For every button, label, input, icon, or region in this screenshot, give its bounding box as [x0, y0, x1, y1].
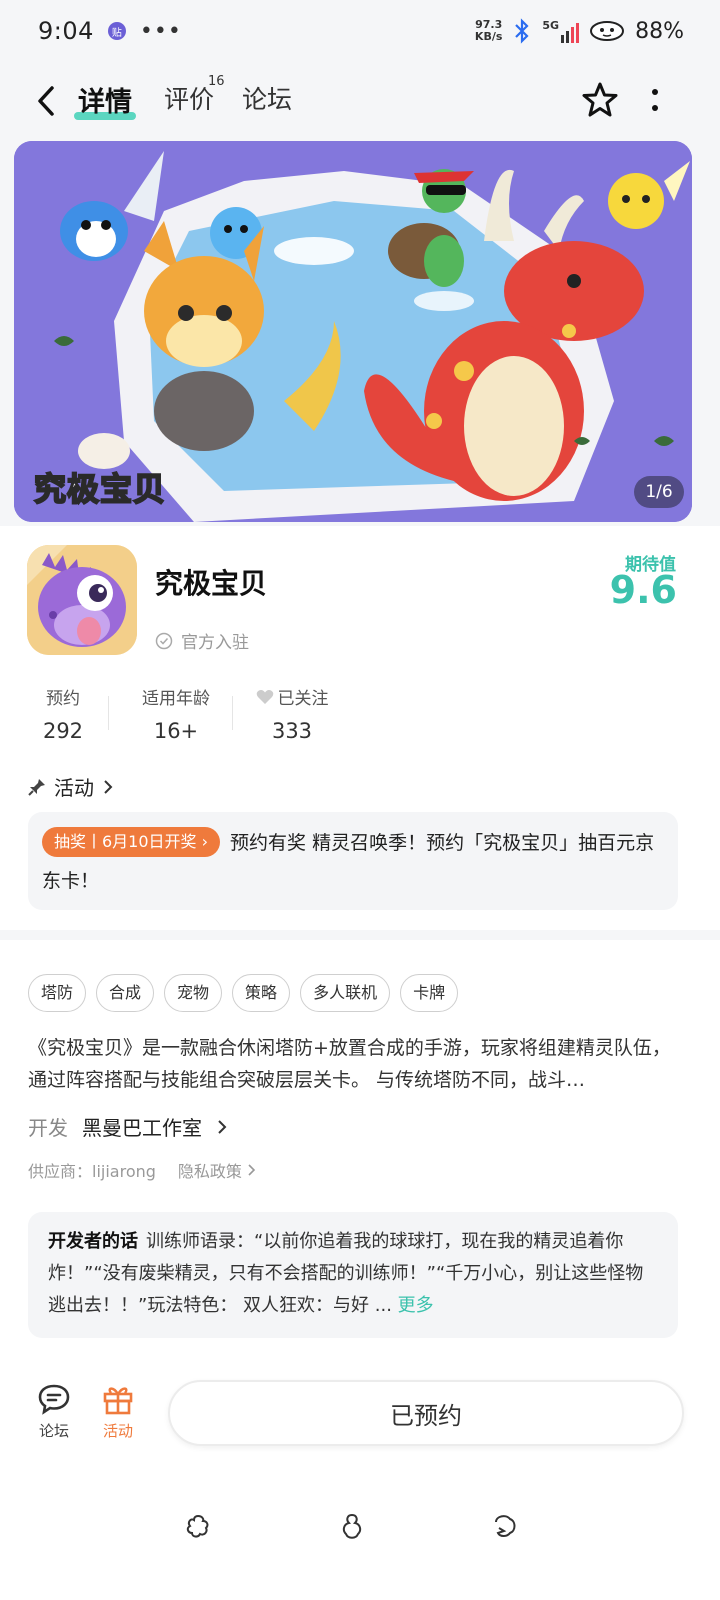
gift-icon	[103, 1387, 133, 1415]
activity-header[interactable]: 活动	[28, 772, 114, 801]
more-link[interactable]: 更多	[398, 1295, 434, 1316]
supplier-text: 供应商：lijiarong	[28, 1162, 156, 1181]
tag-item[interactable]: 宠物	[164, 974, 223, 1012]
game-app-icon	[27, 545, 137, 655]
top-nav: 详情 评价 16 论坛	[0, 68, 720, 134]
reviews-count-badge: 16	[208, 74, 225, 89]
chevron-right-icon	[104, 779, 113, 794]
game-title: 究极宝贝	[155, 567, 268, 600]
verified-check-icon	[155, 632, 173, 649]
bluetooth-icon	[515, 18, 529, 44]
banner-game-logo: 究极宝贝	[33, 469, 167, 509]
tag-list: 塔防 合成 宠物 策略 多人联机 卡牌	[28, 974, 459, 1012]
tag-item[interactable]: 策略	[232, 974, 291, 1012]
stat-reservations: 预约 292	[42, 689, 84, 743]
back-icon[interactable]	[490, 1512, 518, 1540]
game-description[interactable]: 《究极宝贝》是一款融合休闲塔防+放置合成的手游，玩家将组建精灵队伍，通过阵容搭配…	[28, 1032, 676, 1096]
details-section: 塔防 合成 宠物 策略 多人联机 卡牌 《究极宝贝》是一款融合休闲塔防+放置合成…	[0, 940, 720, 1360]
activity-heading: 活动	[54, 776, 94, 800]
app-notification-icon: 贴	[107, 22, 126, 40]
official-verified: 官方入驻	[155, 628, 249, 653]
tag-item[interactable]: 合成	[96, 974, 155, 1012]
home-icon[interactable]	[338, 1512, 366, 1542]
signal-icon: 5G	[542, 19, 580, 43]
developer-label: 开发	[28, 1116, 68, 1140]
chevron-right-icon	[218, 1119, 227, 1134]
forum-button[interactable]: 论坛	[26, 1382, 82, 1441]
tag-item[interactable]: 卡牌	[400, 974, 459, 1012]
favorite-star-icon[interactable]	[580, 80, 620, 120]
battery-level: 88%	[635, 18, 684, 44]
chat-bubble-icon	[38, 1384, 70, 1415]
developer-words-card[interactable]: 开发者的话 训练师语录：“以前你追着我的球球打，现在我的精灵追着你炸！”“没有废柴…	[28, 1212, 678, 1338]
expectation-score: 9.6	[609, 568, 677, 612]
activity-card[interactable]: 抽奖丨6月10日开奖 › 预约有奖 精灵召唤季！预约「究极宝贝」抽百元京东卡！	[28, 812, 678, 910]
more-notifications-icon: •••	[139, 18, 182, 44]
banner-page-counter: 1/6	[634, 476, 684, 508]
stat-followers[interactable]: 已关注 333	[252, 684, 332, 743]
game-stats: 预约 292 适用年龄 16+ 已关注 333	[0, 684, 720, 744]
status-bar: 9:04 贴 ••• 97.3 KB/s 5G 88%	[0, 0, 720, 62]
status-time: 9:04	[38, 17, 94, 45]
game-info-section: 究极宝贝 官方入驻 期待值 9.6 预约 292 适用年龄 16+ 已关注 33…	[0, 526, 720, 930]
pin-icon	[28, 778, 45, 796]
back-arrow-icon[interactable]	[32, 82, 62, 120]
tab-reviews[interactable]: 评价 16	[164, 74, 225, 116]
activity-button[interactable]: 活动	[90, 1382, 146, 1441]
stat-divider	[232, 696, 233, 730]
chevron-right-icon	[248, 1164, 256, 1176]
stat-divider	[108, 696, 109, 730]
tag-item[interactable]: 塔防	[28, 974, 87, 1012]
stat-age-rating: 适用年龄 16+	[142, 689, 210, 743]
network-speed: 97.3 KB/s	[474, 18, 503, 43]
tab-details[interactable]: 详情	[78, 80, 132, 119]
tag-item[interactable]: 多人联机	[300, 974, 391, 1012]
game-banner[interactable]: 究极宝贝 1/6	[14, 141, 692, 522]
more-options-icon[interactable]	[648, 86, 662, 116]
reserved-button[interactable]: 已预约	[168, 1380, 684, 1446]
heart-icon	[256, 689, 273, 704]
developer-name: 黑曼巴工作室	[82, 1116, 202, 1140]
supplier-row: 供应商：lijiarong 隐私政策	[28, 1158, 257, 1182]
developer-row[interactable]: 开发 黑曼巴工作室	[28, 1112, 228, 1141]
privacy-policy-link[interactable]: 隐私政策	[178, 1158, 257, 1182]
developer-words-title: 开发者的话	[48, 1231, 138, 1252]
system-navigation-bar	[0, 1470, 720, 1600]
lottery-badge: 抽奖丨6月10日开奖 ›	[42, 827, 221, 857]
battery-icon	[590, 21, 625, 41]
bottom-action-bar: 论坛 活动 已预约	[0, 1360, 720, 1470]
tab-forum[interactable]: 论坛	[242, 80, 292, 116]
official-label: 官方入驻	[181, 633, 249, 653]
recent-apps-icon[interactable]	[184, 1512, 212, 1540]
